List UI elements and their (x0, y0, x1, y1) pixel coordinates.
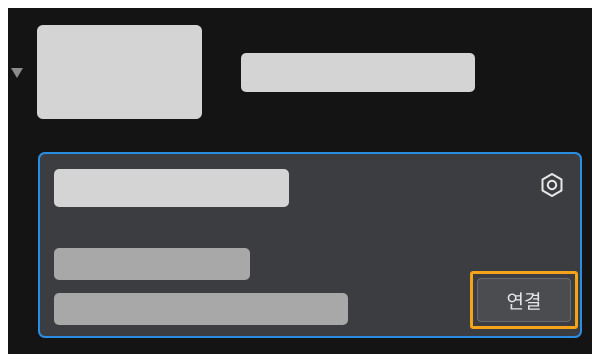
settings-icon[interactable] (538, 171, 566, 199)
device-card-title (54, 169, 289, 207)
device-card[interactable]: 연결 (38, 152, 582, 338)
expand-arrow-icon[interactable] (11, 68, 23, 78)
device-group-name (241, 53, 475, 92)
device-info-line-2 (54, 293, 348, 325)
device-thumbnail (37, 25, 202, 119)
device-list-panel: 연결 (8, 8, 592, 354)
device-info-line-1 (54, 248, 250, 280)
connect-button[interactable]: 연결 (477, 278, 571, 322)
